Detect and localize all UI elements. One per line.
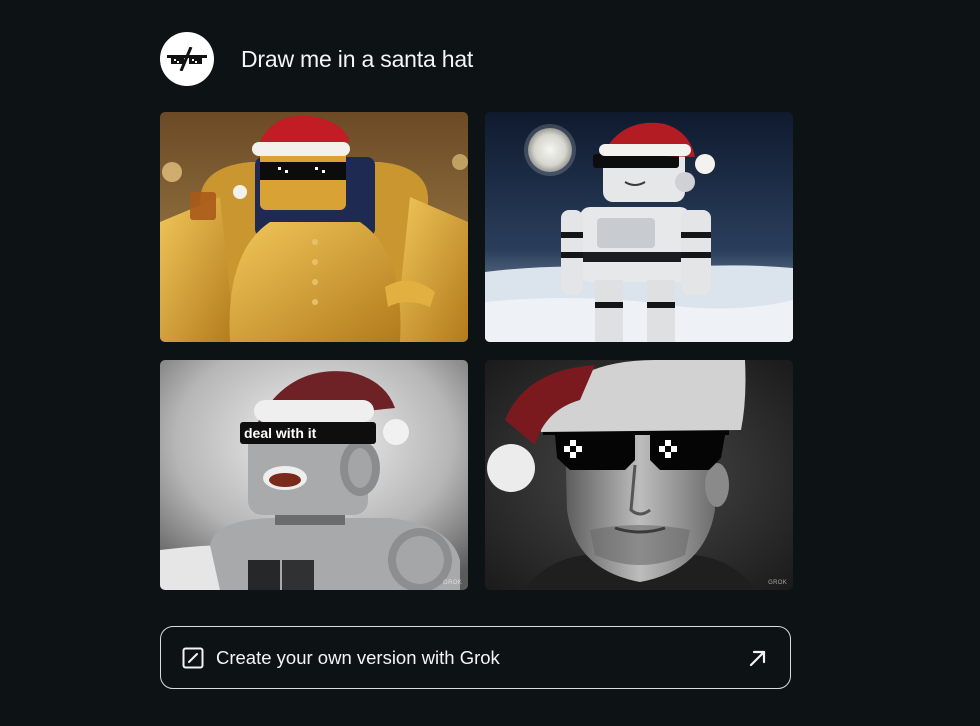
pixel-sunglasses-icon	[167, 47, 207, 71]
generated-image-3[interactable]: deal with it GROK	[160, 360, 468, 590]
prompt-text: Draw me in a santa hat	[241, 45, 474, 72]
prompt-header: Draw me in a santa hat	[160, 32, 473, 86]
create-version-label: Create your own version with Grok	[216, 646, 500, 668]
create-version-button[interactable]: Create your own version with Grok	[160, 626, 791, 689]
watermark: GROK	[768, 580, 787, 586]
sunglasses-caption: deal with it	[244, 425, 317, 441]
watermark: GROK	[443, 580, 462, 586]
edit-square-icon	[182, 647, 204, 669]
generated-image-1[interactable]	[160, 112, 468, 342]
image-grid: deal with it GROK GROK	[160, 112, 793, 591]
generated-image-4[interactable]: GROK	[485, 360, 793, 590]
generated-image-2[interactable]	[485, 112, 793, 342]
avatar	[160, 32, 214, 86]
arrow-up-right-icon	[747, 647, 769, 669]
